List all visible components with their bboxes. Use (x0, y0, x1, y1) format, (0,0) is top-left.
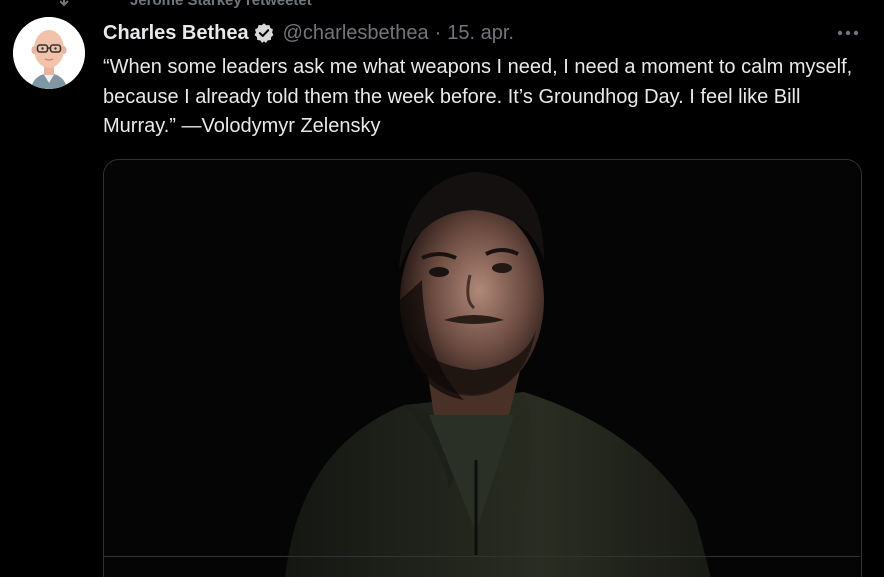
retweet-icon (60, 0, 69, 7)
media-divider (104, 556, 860, 557)
avatar[interactable] (13, 17, 85, 89)
portrait-photo (104, 160, 861, 577)
separator-dot: · (434, 21, 442, 44)
handle[interactable]: @charlesbethea (283, 22, 429, 45)
more-icon (837, 30, 859, 36)
verified-badge-icon (254, 23, 274, 43)
retweet-label[interactable]: Jerome Starkey retweetet (130, 0, 312, 11)
media-photo[interactable] (103, 159, 862, 577)
more-button[interactable] (834, 23, 862, 43)
tweet-text: “When some leaders ask me what weapons I… (103, 56, 853, 137)
display-name[interactable]: Charles Bethea (103, 22, 249, 45)
tweet[interactable]: Jerome Starkey retweetet Charles Bethea … (0, 0, 884, 577)
cartoon-avatar (13, 17, 85, 89)
tweet-header: Charles Bethea @charlesbethea · 15. apr. (103, 19, 514, 47)
tweet-date[interactable]: 15. apr. (447, 22, 514, 45)
